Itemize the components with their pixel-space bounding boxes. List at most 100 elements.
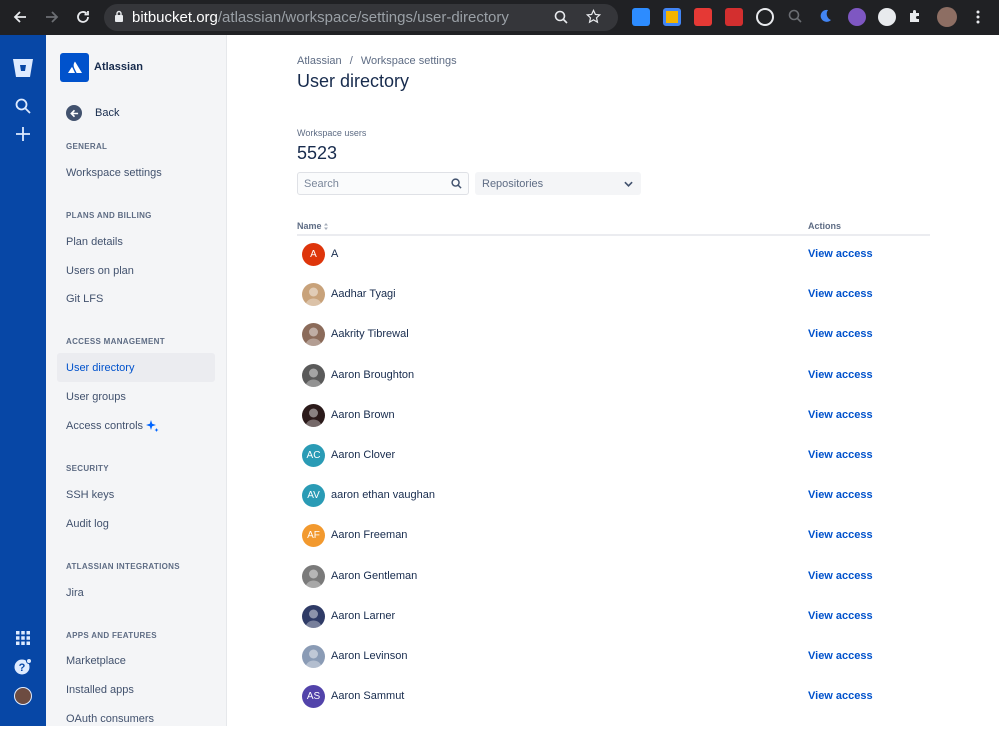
user-name[interactable]: Aaron Brown	[331, 409, 395, 421]
calendar-extension-icon[interactable]	[663, 8, 681, 26]
breadcrumb-separator: /	[349, 55, 353, 67]
global-nav: ?	[0, 35, 46, 726]
avatar	[302, 403, 325, 427]
menu-extension-icon[interactable]	[725, 8, 743, 26]
search-input[interactable]: Search	[297, 172, 469, 195]
search-icon[interactable]	[11, 94, 35, 118]
user-name[interactable]: Aaron Gentleman	[331, 570, 417, 582]
column-header-actions: Actions	[808, 221, 842, 231]
view-access-link[interactable]: View access	[808, 529, 873, 541]
sidebar-item-installed-apps[interactable]: Installed apps	[57, 675, 215, 704]
browser-toolbar: bitbucket.org/atlassian/workspace/settin…	[0, 0, 999, 35]
back-link[interactable]: Back	[66, 105, 119, 121]
search-extension-icon[interactable]	[787, 8, 805, 26]
avatar	[302, 283, 325, 307]
app-switcher-icon[interactable]	[11, 626, 35, 650]
moon-extension-icon[interactable]	[817, 8, 835, 26]
help-icon[interactable]: ?	[11, 655, 35, 679]
reload-icon[interactable]	[73, 7, 93, 27]
section-heading-security: SECURITY	[66, 464, 109, 473]
lock-icon	[114, 9, 124, 27]
section-heading-general: GENERAL	[66, 142, 108, 151]
user-name[interactable]: Aaron Broughton	[331, 369, 414, 381]
zoom-extension-icon[interactable]	[632, 8, 650, 26]
view-access-link[interactable]: View access	[808, 248, 873, 260]
table-row: A A View access	[297, 235, 930, 275]
sidebar-item-git-lfs[interactable]: Git LFS	[57, 284, 215, 313]
view-access-link[interactable]: View access	[808, 409, 873, 421]
profile-avatar-icon[interactable]	[937, 7, 957, 27]
table-row: AF Aaron Freeman View access	[297, 516, 930, 556]
user-name[interactable]: Aadhar Tyagi	[331, 288, 396, 300]
table-row: Aakrity Tibrewal View access	[297, 315, 930, 355]
zoom-icon[interactable]	[554, 10, 568, 29]
sort-icon	[324, 222, 329, 232]
bookmark-star-icon[interactable]	[585, 8, 602, 29]
sidebar-item-marketplace[interactable]: Marketplace	[57, 646, 215, 675]
section-heading-access-management: ACCESS MANAGEMENT	[66, 337, 165, 346]
avatar	[302, 645, 325, 668]
globe-extension-icon[interactable]	[848, 8, 866, 26]
avatar	[302, 604, 325, 628]
user-name[interactable]: Aaron Larner	[331, 610, 395, 622]
user-name[interactable]: Aaron Clover	[331, 449, 395, 461]
table-row: Aaron Gentleman View access	[297, 557, 930, 597]
view-access-link[interactable]: View access	[808, 489, 873, 501]
url-text: bitbucket.org/atlassian/workspace/settin…	[132, 9, 509, 26]
view-access-link[interactable]: View access	[808, 690, 873, 702]
search-placeholder: Search	[304, 177, 339, 190]
sidebar-item-user-groups[interactable]: User groups	[57, 382, 215, 411]
sidebar-item-users-on-plan[interactable]: Users on plan	[57, 256, 215, 285]
sidebar-item-user-directory[interactable]: User directory	[57, 353, 215, 382]
avatar	[302, 363, 325, 387]
user-name[interactable]: A	[331, 248, 338, 260]
repositories-select-value: Repositories	[482, 177, 544, 190]
user-name[interactable]: aaron ethan vaughan	[331, 489, 435, 501]
address-bar[interactable]: bitbucket.org/atlassian/workspace/settin…	[104, 4, 618, 31]
view-access-link[interactable]: View access	[808, 328, 873, 340]
sidebar-item-access-controls[interactable]: Access controls	[57, 411, 215, 440]
table-row: Aaron Brown View access	[297, 396, 930, 436]
view-access-link[interactable]: View access	[808, 570, 873, 582]
avatar-initials: AS	[306, 691, 321, 703]
avatar: AF	[302, 524, 325, 548]
forward-arrow-icon[interactable]	[42, 7, 62, 27]
repositories-select[interactable]: Repositories	[475, 172, 641, 195]
user-name[interactable]: Aaron Freeman	[331, 529, 407, 541]
sidebar-item-plan-details[interactable]: Plan details	[57, 227, 215, 256]
column-header-name[interactable]: Name	[297, 221, 329, 232]
user-name[interactable]: Aaron Levinson	[331, 650, 407, 662]
sidebar-item-oauth-consumers[interactable]: OAuth consumers	[57, 704, 215, 733]
view-access-link[interactable]: View access	[808, 288, 873, 300]
extensions-puzzle-icon[interactable]	[907, 8, 925, 26]
user-avatar-icon[interactable]	[11, 684, 35, 708]
user-name[interactable]: Aaron Sammut	[331, 690, 404, 702]
sidebar-item-workspace-settings[interactable]: Workspace settings	[57, 158, 215, 187]
workspace-name: Atlassian	[94, 61, 143, 73]
avatar: AC	[302, 444, 325, 467]
view-access-link[interactable]: View access	[808, 369, 873, 381]
view-access-link[interactable]: View access	[808, 650, 873, 662]
avatar	[302, 323, 325, 347]
table-row: Aadhar Tyagi View access	[297, 275, 930, 315]
sidebar-item-audit-log[interactable]: Audit log	[57, 509, 215, 538]
puzzle-game-extension-icon[interactable]	[694, 8, 712, 26]
breadcrumb-workspace-settings[interactable]: Workspace settings	[361, 55, 457, 67]
avatar-initials: AF	[307, 530, 320, 542]
avatar: AS	[302, 685, 325, 709]
bitbucket-logo-icon[interactable]	[11, 56, 35, 80]
breadcrumb: Atlassian / Workspace settings	[297, 55, 462, 67]
back-arrow-icon[interactable]	[10, 7, 30, 27]
create-plus-icon[interactable]	[11, 122, 35, 146]
section-heading-atlassian-integrations: ATLASSIAN INTEGRATIONS	[66, 562, 180, 571]
sidebar-item-jira[interactable]: Jira	[57, 578, 215, 607]
main-content: Atlassian / Workspace settings User dire…	[227, 35, 999, 726]
user-name[interactable]: Aakrity Tibrewal	[331, 328, 409, 340]
shield-extension-icon[interactable]	[878, 8, 896, 26]
breadcrumb-atlassian[interactable]: Atlassian	[297, 55, 342, 67]
sidebar-item-ssh-keys[interactable]: SSH keys	[57, 480, 215, 509]
target-extension-icon[interactable]	[756, 8, 774, 26]
browser-menu-icon[interactable]	[968, 7, 988, 27]
view-access-link[interactable]: View access	[808, 449, 873, 461]
view-access-link[interactable]: View access	[808, 610, 873, 622]
